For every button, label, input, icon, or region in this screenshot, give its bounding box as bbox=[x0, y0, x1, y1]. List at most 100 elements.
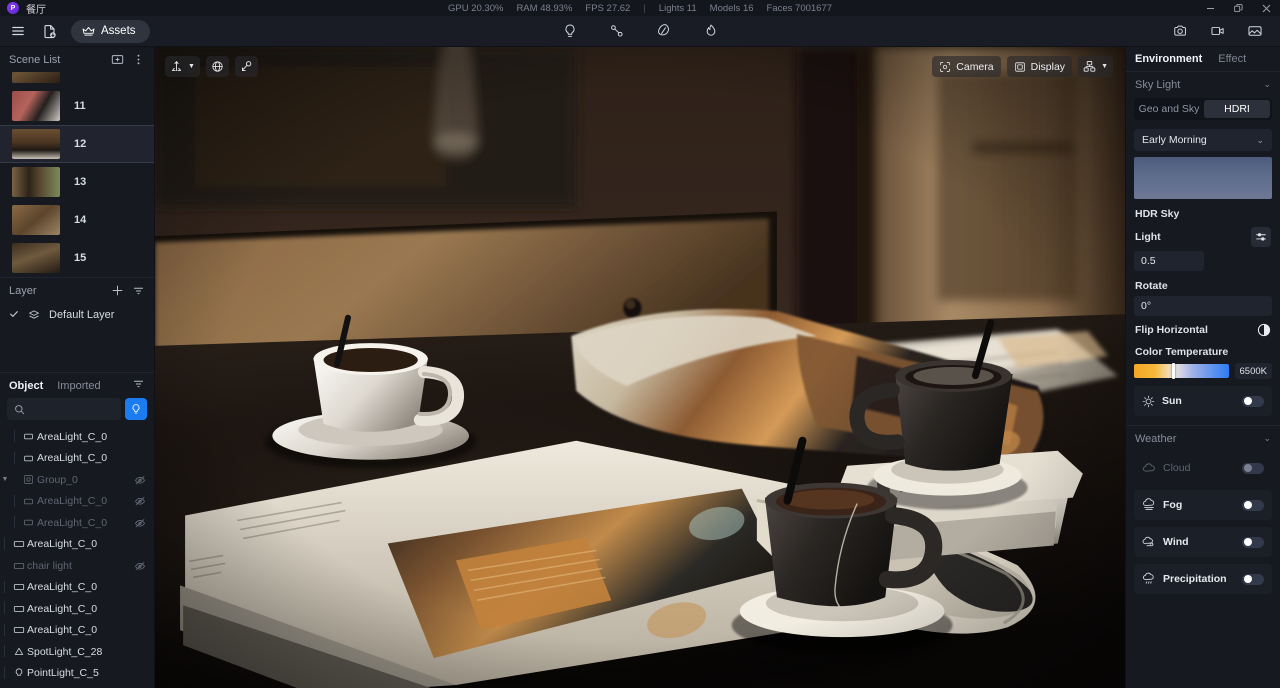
camera-button[interactable]: Camera bbox=[932, 56, 1000, 77]
assets-button[interactable]: Assets bbox=[71, 20, 150, 43]
chevron-down-icon[interactable]: ▼ bbox=[188, 63, 195, 70]
precipitation-toggle[interactable] bbox=[1242, 574, 1264, 585]
wind-toggle[interactable] bbox=[1242, 537, 1264, 548]
globe-button[interactable] bbox=[206, 56, 229, 77]
tree-node[interactable]: │ AreaLight_C_0 bbox=[0, 491, 154, 513]
point-light-icon bbox=[10, 667, 27, 679]
search-input[interactable] bbox=[30, 403, 114, 415]
mode-geo-and-sky[interactable]: Geo and Sky bbox=[1136, 100, 1202, 118]
fog-toggle[interactable] bbox=[1242, 500, 1264, 511]
layout-button[interactable]: ▼ bbox=[1078, 56, 1113, 77]
scene-item[interactable]: 11 bbox=[0, 87, 154, 125]
object-tree[interactable]: │ AreaLight_C_0 │ AreaLight_C_0 bbox=[0, 426, 154, 688]
light-bulb-icon[interactable] bbox=[556, 19, 583, 43]
tab-environment[interactable]: Environment bbox=[1135, 53, 1202, 65]
photo-camera-icon[interactable] bbox=[1167, 19, 1194, 43]
cloud-toggle[interactable] bbox=[1242, 463, 1264, 474]
tab-effect[interactable]: Effect bbox=[1218, 53, 1246, 65]
tree-node-group[interactable]: ▼ Group_0 bbox=[0, 469, 154, 491]
tree-node[interactable]: chair light bbox=[0, 555, 154, 577]
toolbar-left-group: Assets bbox=[0, 19, 150, 43]
display-button[interactable]: Display bbox=[1007, 56, 1072, 77]
color-temperature-handle[interactable] bbox=[1172, 363, 1175, 379]
chevron-down-icon[interactable]: ▼ bbox=[0, 476, 10, 483]
tree-node[interactable]: │ AreaLight_C_0 bbox=[0, 598, 154, 620]
sun-row[interactable]: Sun bbox=[1134, 386, 1272, 416]
tree-node[interactable]: │ SpotLight_C_28 bbox=[0, 641, 154, 663]
eye-off-icon[interactable] bbox=[134, 474, 146, 486]
assets-crown-icon bbox=[82, 25, 95, 38]
chevron-down-icon[interactable]: ▼ bbox=[1101, 63, 1108, 70]
flame-icon[interactable] bbox=[697, 19, 724, 43]
toolbar-right-group bbox=[1167, 19, 1280, 43]
light-value-field[interactable]: 0.5 bbox=[1134, 251, 1204, 271]
color-temperature-slider[interactable] bbox=[1134, 364, 1229, 378]
more-vertical-icon[interactable] bbox=[132, 53, 145, 66]
scene-item[interactable]: 10 bbox=[0, 72, 154, 87]
scene-item[interactable]: 15 bbox=[0, 239, 154, 277]
viewport-3d[interactable]: ▼ bbox=[155, 47, 1125, 688]
scene-thumbnail bbox=[12, 91, 60, 121]
object-collapse-icon[interactable] bbox=[132, 377, 145, 395]
tree-node-label: Group_0 bbox=[37, 474, 78, 486]
layer-item-default[interactable]: Default Layer bbox=[0, 303, 154, 327]
tab-imported[interactable]: Imported bbox=[57, 380, 100, 392]
tree-node[interactable]: │ AreaLight_C_0 bbox=[0, 577, 154, 599]
weather-section-header[interactable]: Weather ⌄ bbox=[1126, 426, 1280, 451]
hamburger-menu-icon[interactable] bbox=[4, 19, 31, 43]
video-camera-icon[interactable] bbox=[1204, 19, 1231, 43]
eye-off-icon[interactable] bbox=[134, 495, 146, 507]
chevron-down-icon[interactable]: ⌄ bbox=[1256, 135, 1264, 146]
tree-node[interactable]: │ PointLight_C_5 bbox=[0, 663, 154, 685]
scene-item[interactable]: 12 bbox=[0, 125, 154, 163]
precipitation-label: Precipitation bbox=[1163, 573, 1227, 585]
main-body: Scene List bbox=[0, 47, 1280, 688]
scene-list[interactable]: 10 11 12 13 bbox=[0, 72, 154, 277]
leaf-icon[interactable] bbox=[650, 19, 677, 43]
hdri-preset-select[interactable]: Early Morning ⌄ bbox=[1134, 129, 1272, 151]
tree-node[interactable]: │ AreaLight_C_0 bbox=[0, 448, 154, 470]
scene-thumbnail bbox=[12, 167, 60, 197]
flip-horizontal-label: Flip Horizontal bbox=[1135, 324, 1208, 336]
weather-row-fog[interactable]: Fog bbox=[1134, 490, 1272, 520]
rotate-value-field[interactable]: 0° bbox=[1134, 296, 1272, 316]
eye-off-icon[interactable] bbox=[134, 517, 146, 529]
link-node-icon[interactable] bbox=[603, 19, 630, 43]
restore-icon[interactable] bbox=[1224, 0, 1252, 16]
transform-gizmo-button[interactable]: ▼ bbox=[165, 56, 200, 77]
weather-row-precipitation[interactable]: Precipitation bbox=[1134, 564, 1272, 594]
weather-row-wind[interactable]: Wind bbox=[1134, 527, 1272, 557]
search-box[interactable] bbox=[7, 398, 121, 420]
scene-number: 11 bbox=[74, 100, 86, 112]
add-scene-icon[interactable] bbox=[111, 53, 124, 66]
tree-node[interactable]: │ AreaLight_C_0 bbox=[0, 426, 154, 448]
mode-hdri[interactable]: HDRI bbox=[1204, 100, 1270, 118]
file-download-icon[interactable] bbox=[36, 19, 63, 43]
tree-node[interactable]: │ AreaLight_C_0 bbox=[0, 512, 154, 534]
chevron-down-icon[interactable]: ⌄ bbox=[1263, 433, 1271, 444]
minimize-icon[interactable] bbox=[1196, 0, 1224, 16]
tree-rail: │ bbox=[10, 517, 20, 528]
tab-object[interactable]: Object bbox=[9, 380, 43, 392]
scene-item[interactable]: 13 bbox=[0, 163, 154, 201]
plus-icon[interactable] bbox=[111, 284, 124, 297]
light-filter-button[interactable] bbox=[125, 398, 147, 420]
eye-off-icon[interactable] bbox=[134, 560, 146, 572]
sky-light-section-header[interactable]: Sky Light ⌄ bbox=[1126, 72, 1280, 97]
tree-node[interactable]: │ AreaLight_C_0 bbox=[0, 620, 154, 642]
scene-number: 13 bbox=[74, 176, 86, 188]
chevron-down-icon[interactable]: ⌄ bbox=[1263, 79, 1271, 90]
hdri-preview[interactable] bbox=[1134, 157, 1272, 199]
weather-row-cloud[interactable]: Cloud bbox=[1134, 453, 1272, 483]
scene-item[interactable]: 14 bbox=[0, 201, 154, 239]
collapse-icon[interactable] bbox=[132, 284, 145, 297]
image-gallery-icon[interactable] bbox=[1241, 19, 1268, 43]
color-temperature-value[interactable]: 6500K bbox=[1235, 363, 1272, 379]
sliders-icon[interactable] bbox=[1251, 227, 1271, 247]
close-icon[interactable] bbox=[1252, 0, 1280, 16]
contrast-circle-icon[interactable] bbox=[1257, 323, 1271, 337]
layer-check-icon[interactable] bbox=[9, 309, 19, 322]
tree-node[interactable]: │ AreaLight_C_0 bbox=[0, 534, 154, 556]
sun-toggle[interactable] bbox=[1242, 396, 1264, 407]
measure-button[interactable] bbox=[235, 56, 258, 77]
